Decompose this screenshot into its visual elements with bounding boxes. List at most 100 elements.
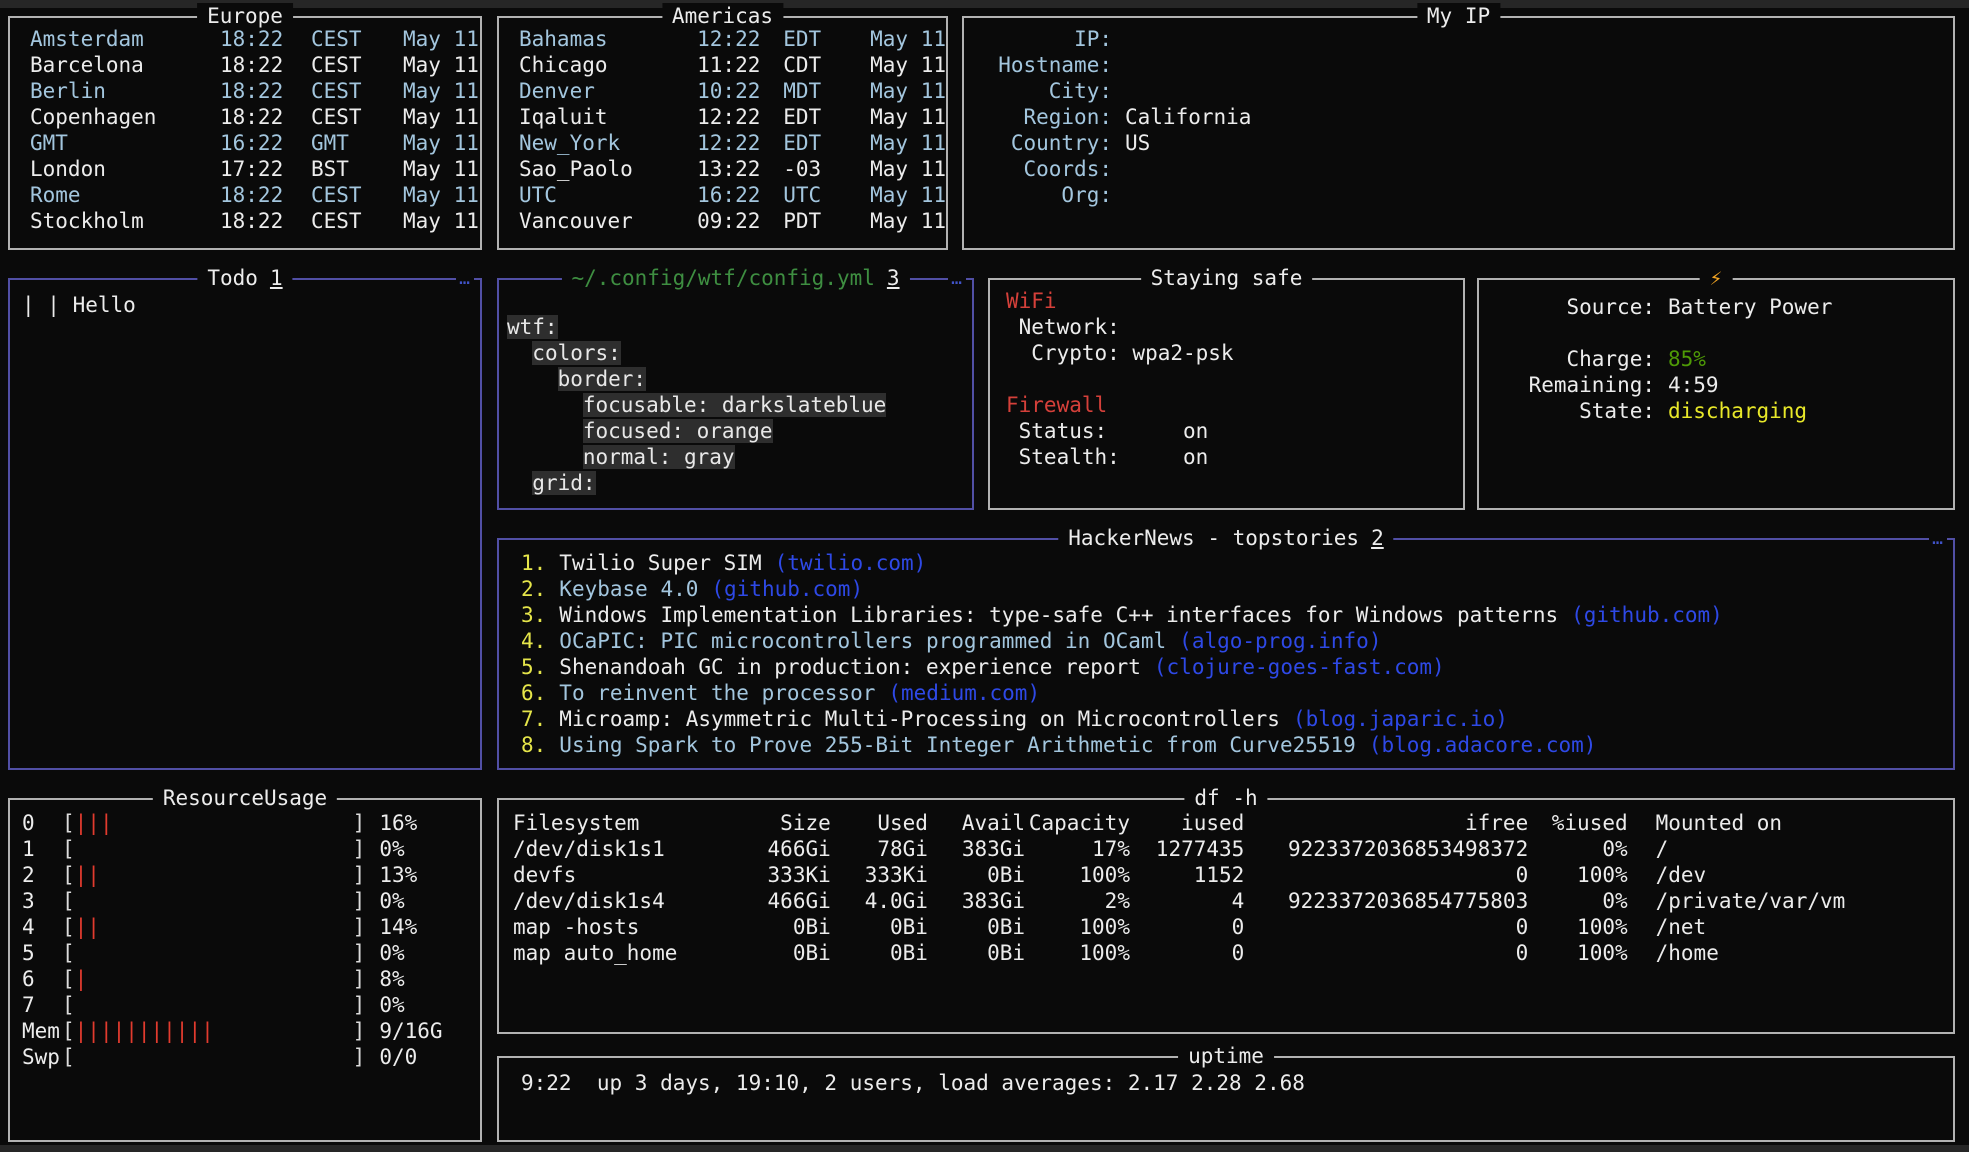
blank-line	[1006, 366, 1463, 392]
meter-value: 13%	[379, 862, 417, 888]
story-domain-link[interactable]: (github.com)	[1571, 603, 1723, 627]
todo-item[interactable]: | | Hello	[22, 292, 480, 318]
panel-uptime: uptime 9:22 up 3 days, 19:10, 2 users, l…	[497, 1056, 1955, 1142]
power-charge-row: Charge:85%	[1523, 346, 1953, 372]
power-label: State:	[1523, 398, 1655, 424]
config-line: colors:	[507, 340, 972, 366]
meter-label: 0	[22, 810, 62, 836]
ip-row: Country:US	[972, 130, 1953, 156]
config-line: wtf:	[507, 314, 972, 340]
clock-city: London	[30, 156, 220, 182]
wifi-section-header: WiFi	[1006, 288, 1463, 314]
story-title: Windows Implementation Libraries: type-s…	[559, 603, 1558, 627]
story-title: To reinvent the processor	[559, 681, 875, 705]
ip-row: Org:	[972, 182, 1953, 208]
story-domain-link[interactable]: (blog.japaric.io)	[1293, 707, 1508, 731]
story-number: 7.	[521, 707, 546, 731]
config-indent	[507, 471, 532, 495]
hackernews-story[interactable]: 4.OCaPIC: PIC microcontrollers programme…	[521, 628, 1953, 654]
hackernews-story[interactable]: 7.Microamp: Asymmetric Multi-Processing …	[521, 706, 1953, 732]
ip-row: Hostname:	[972, 52, 1953, 78]
clock-date: May 11	[870, 26, 946, 52]
story-number: 4.	[521, 629, 546, 653]
hackernews-title-text: HackerNews - topstories	[1068, 526, 1359, 550]
clock-city: Berlin	[30, 78, 220, 104]
swap-meter-row: Swp[]0/0	[22, 1044, 480, 1070]
meter-bars	[75, 888, 353, 914]
hackernews-story[interactable]: 6. To reinvent the processor (medium.com)	[521, 680, 1953, 706]
hackernews-story[interactable]: 8.Using Spark to Prove 255-Bit Integer A…	[521, 732, 1953, 758]
story-domain-link[interactable]: (clojure-goes-fast.com)	[1154, 655, 1445, 679]
clock-zone: CEST	[311, 52, 393, 78]
todo-title-text: Todo	[207, 266, 258, 290]
clock-time: 18:22	[220, 104, 298, 130]
story-domain-link[interactable]: (twilio.com)	[775, 551, 927, 575]
meter-bars: ||	[75, 862, 353, 888]
hackernews-story[interactable]: 2.Keybase 4.0(github.com)	[521, 576, 1953, 602]
df-cell: 1152	[1130, 862, 1244, 888]
story-title: Using Spark to Prove 255-Bit Integer Ari…	[559, 733, 1356, 757]
cpu-meter-row: 2[||]13%	[22, 862, 480, 888]
clock-row: Rome18:22CESTMay 11	[30, 182, 480, 208]
df-cell: /dev/disk1s4	[513, 888, 722, 914]
more-indicator-icon: …	[456, 266, 474, 292]
clock-row: GMT16:22GMTMay 11	[30, 130, 480, 156]
df-cell: 466Gi	[722, 836, 831, 862]
cpu-meter-row: 0[|||]16%	[22, 810, 480, 836]
hackernews-story[interactable]: 5.Shenandoah GC in production: experienc…	[521, 654, 1953, 680]
ip-value: US	[1125, 130, 1150, 156]
clock-date: May 11	[403, 130, 479, 156]
clock-city: UTC	[519, 182, 697, 208]
clock-city: Rome	[30, 182, 220, 208]
story-domain-link[interactable]: (algo-prog.info)	[1179, 629, 1381, 653]
hackernews-story[interactable]: 1.Twilio Super SIM(twilio.com)	[521, 550, 1953, 576]
story-number: 2.	[521, 577, 546, 601]
story-number: 6.	[521, 681, 546, 705]
panel-hackernews[interactable]: HackerNews - topstories2 … 1.Twilio Supe…	[497, 538, 1955, 770]
hackernews-story[interactable]: 3.Windows Implementation Libraries: type…	[521, 602, 1953, 628]
cpu-meter-row: 6[|]8%	[22, 966, 480, 992]
df-cell: 0	[1244, 862, 1528, 888]
ip-row: City:	[972, 78, 1953, 104]
story-domain-link[interactable]: (blog.adacore.com)	[1369, 733, 1597, 757]
clock-date: May 11	[403, 156, 479, 182]
df-cell: 100%	[1528, 914, 1627, 940]
meter-bars: ||	[75, 914, 353, 940]
config-title-text: ~/.config/wtf/config.yml	[571, 266, 874, 290]
meter-value: 9/16G	[379, 1018, 442, 1044]
meter-bars: |||||||||||	[75, 1018, 353, 1044]
config-line: border:	[507, 366, 972, 392]
panel-title-config: ~/.config/wtf/config.yml3	[561, 265, 909, 291]
df-cell: 78Gi	[831, 836, 928, 862]
df-row: map -hosts0Bi0Bi0Bi100%00100%/net	[513, 914, 1953, 940]
story-title: Shenandoah GC in production: experience …	[559, 655, 1141, 679]
meter-label: Swp	[22, 1044, 62, 1070]
df-cell: 0Bi	[928, 940, 1025, 966]
panel-clocks-europe: Europe Amsterdam18:22CESTMay 11 Barcelon…	[8, 16, 482, 250]
lightning-bolt-icon: ⚡	[1700, 265, 1733, 291]
blank-line	[1523, 320, 1953, 346]
panel-my-ip: My IP IP: Hostname: City: Region:Califor…	[962, 16, 1955, 250]
df-cell: 100%	[1528, 862, 1627, 888]
clock-time: 10:22	[697, 78, 770, 104]
story-domain-link[interactable]: (github.com)	[711, 577, 863, 601]
clock-row: Copenhagen18:22CESTMay 11	[30, 104, 480, 130]
clock-time: 12:22	[697, 26, 770, 52]
df-header-row: FilesystemSizeUsedAvailCapacityiusedifre…	[513, 810, 1953, 836]
clock-list-americas: Bahamas12:22EDTMay 11 Chicago11:22CDTMay…	[499, 18, 946, 234]
meter-bars	[75, 836, 353, 862]
clock-row: London17:22BSTMay 11	[30, 156, 480, 182]
panel-todo[interactable]: Todo1 … | | Hello	[8, 278, 482, 770]
wifi-network-row: Network:	[1006, 314, 1463, 340]
clock-zone: CEST	[311, 78, 393, 104]
panel-title-staying-safe: Staying safe	[1141, 265, 1313, 291]
panel-config-file[interactable]: ~/.config/wtf/config.yml3 … wtf: colors:…	[497, 278, 974, 510]
df-cell: 383Gi	[928, 836, 1025, 862]
df-cell: 0Bi	[722, 940, 831, 966]
df-cell: 9223372036854775803	[1244, 888, 1528, 914]
clock-row: Iqaluit12:22EDTMay 11	[519, 104, 946, 130]
story-domain-link[interactable]: (medium.com)	[888, 681, 1040, 705]
config-indent	[507, 393, 583, 417]
df-cell: 0	[1130, 940, 1244, 966]
cpu-meter-row: 1[]0%	[22, 836, 480, 862]
